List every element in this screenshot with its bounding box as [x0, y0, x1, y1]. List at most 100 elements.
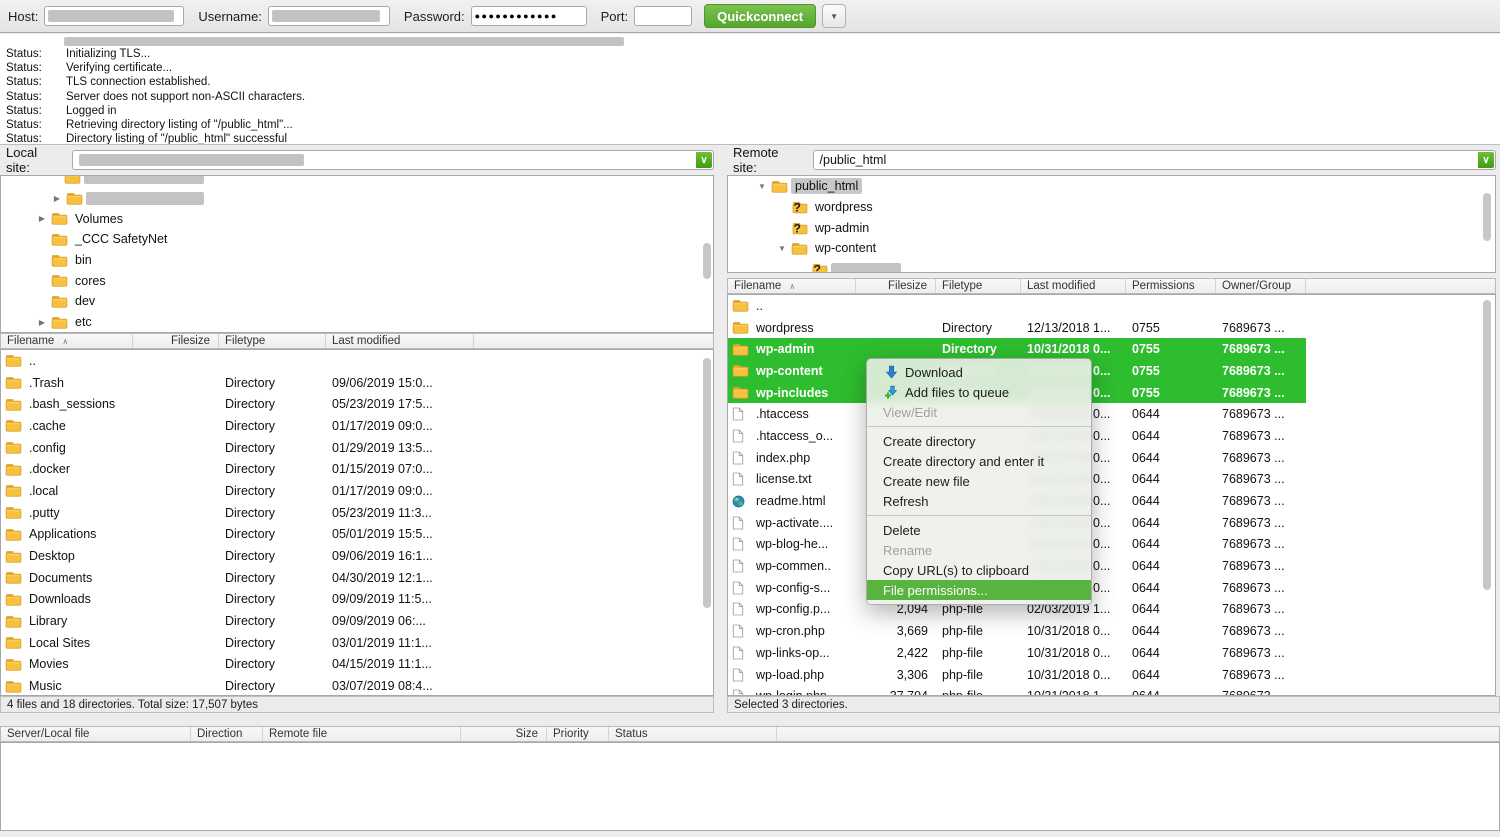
tree-item[interactable]: ▶	[1, 188, 713, 209]
column-header-permissions[interactable]: Permissions	[1126, 279, 1216, 293]
context-menu-item[interactable]: Delete	[867, 520, 1091, 540]
transfer-queue-list[interactable]	[0, 742, 1500, 831]
username-input[interactable]	[268, 6, 390, 26]
host-input[interactable]	[44, 6, 184, 26]
context-menu-item[interactable]: Create directory	[867, 431, 1091, 451]
column-header-filename[interactable]: Filename∧	[728, 279, 856, 293]
sort-ascending-icon: ∧	[62, 337, 68, 346]
last-modified: 03/01/2019 11:1...	[326, 632, 474, 654]
remote-file-list[interactable]: .. wordpress Directory 12/13/2018 1... 0…	[727, 294, 1496, 696]
context-menu-item[interactable]: Rename	[867, 540, 1091, 560]
remote-file-row[interactable]: wp-cron.php 3,669 php-file 10/31/2018 0.…	[728, 620, 1306, 642]
remote-list-scrollbar[interactable]	[1483, 300, 1491, 590]
remote-tree-scrollbar[interactable]	[1483, 193, 1491, 241]
quickconnect-button[interactable]: Quickconnect	[704, 4, 816, 28]
remote-site-dropdown-button[interactable]: ∨	[1478, 152, 1494, 168]
remote-file-row[interactable]: wp-admin Directory 10/31/2018 0... 0755 …	[728, 338, 1306, 360]
owner-group: 7689673 ...	[1216, 577, 1306, 599]
column-header-filetype[interactable]: Filetype	[936, 279, 1021, 293]
filetype: Directory	[219, 502, 326, 524]
local-file-row[interactable]: .docker Directory 01/15/2019 07:0...	[1, 458, 474, 480]
local-file-row[interactable]: .config Directory 01/29/2019 13:5...	[1, 437, 474, 459]
column-header-status[interactable]: Status	[609, 727, 777, 741]
context-menu-item[interactable]: Download	[867, 362, 1091, 382]
context-menu-item[interactable]: Create new file	[867, 471, 1091, 491]
local-file-row[interactable]: .putty Directory 05/23/2019 11:3...	[1, 502, 474, 524]
local-directory-tree[interactable]: ▶ ▶ Volumes _CCC SafetyNet	[0, 175, 714, 333]
tree-item[interactable]: dev	[1, 291, 713, 312]
context-menu-item[interactable]: Refresh	[867, 491, 1091, 511]
remote-file-row[interactable]: wp-load.php 3,306 php-file 10/31/2018 0.…	[728, 664, 1306, 686]
local-file-list[interactable]: .. .Trash Directory 09/06/2019 15:0... .…	[0, 349, 714, 696]
local-file-row[interactable]: Library Directory 09/09/2019 06:...	[1, 610, 474, 632]
disclosure-triangle-icon[interactable]: ▼	[773, 244, 791, 253]
column-header-last-modified[interactable]: Last modified	[1021, 279, 1126, 293]
tree-item[interactable]: ▼ wp-content	[728, 238, 1495, 259]
column-header-size[interactable]: Size	[461, 727, 547, 741]
column-header-last-modified[interactable]: Last modified	[326, 334, 474, 348]
port-input[interactable]	[634, 6, 692, 26]
password-input[interactable]: ●●●●●●●●●●●●	[471, 6, 587, 26]
tree-item[interactable]: ▶ Volumes	[1, 208, 713, 229]
local-list-scrollbar[interactable]	[703, 358, 711, 608]
local-file-row[interactable]: Downloads Directory 09/09/2019 11:5...	[1, 589, 474, 611]
context-menu-item[interactable]: Create directory and enter it	[867, 451, 1091, 471]
column-header-priority[interactable]: Priority	[547, 727, 609, 741]
disclosure-triangle-icon[interactable]: ▶	[33, 318, 51, 327]
tree-item[interactable]: _CCC SafetyNet	[1, 229, 713, 250]
disclosure-triangle-icon[interactable]: ▶	[48, 194, 66, 203]
local-file-row[interactable]: Music Directory 03/07/2019 08:4...	[1, 675, 474, 696]
local-file-row[interactable]: .cache Directory 01/17/2019 09:0...	[1, 415, 474, 437]
column-header-filename[interactable]: Filename∧	[1, 334, 133, 348]
filetype: php-file	[936, 642, 1021, 664]
tree-item[interactable]: ▶ etc	[1, 312, 713, 333]
remote-file-row[interactable]: ..	[728, 295, 1306, 317]
folder-icon	[5, 484, 22, 497]
remote-directory-tree[interactable]: ▼ public_html ? wordpress ? wp-admin ▼	[727, 175, 1496, 273]
column-header-server-local-file[interactable]: Server/Local file	[1, 727, 191, 741]
local-file-row[interactable]: Documents Directory 04/30/2019 12:1...	[1, 567, 474, 589]
local-file-row[interactable]: .local Directory 01/17/2019 09:0...	[1, 480, 474, 502]
local-file-row[interactable]: ..	[1, 350, 474, 372]
status-message: Directory listing of "/public_html" succ…	[66, 132, 287, 145]
local-site-dropdown[interactable]: ∨	[72, 150, 714, 170]
remote-file-row[interactable]: wp-links-op... 2,422 php-file 10/31/2018…	[728, 642, 1306, 664]
filetype: Directory	[219, 567, 326, 589]
column-header-filesize[interactable]: Filesize	[133, 334, 219, 348]
owner-group: 7689673 ...	[1216, 317, 1306, 339]
context-menu-item[interactable]: View/Edit	[867, 402, 1091, 422]
disclosure-triangle-icon[interactable]: ▶	[33, 214, 51, 223]
quickconnect-dropdown-button[interactable]: ▼	[822, 4, 846, 28]
context-menu-item[interactable]: Add files to queue	[867, 382, 1091, 402]
owner-group: 7689673 ...	[1216, 490, 1306, 512]
local-file-row[interactable]: Local Sites Directory 03/01/2019 11:1...	[1, 632, 474, 654]
local-file-row[interactable]: Applications Directory 05/01/2019 15:5..…	[1, 524, 474, 546]
local-file-row[interactable]: Desktop Directory 09/06/2019 16:1...	[1, 545, 474, 567]
tree-item[interactable]	[1, 175, 713, 188]
column-header-filesize[interactable]: Filesize	[856, 279, 936, 293]
folder-icon	[791, 242, 808, 255]
column-header-remote-file[interactable]: Remote file	[263, 727, 461, 741]
tree-item[interactable]: ? wordpress	[728, 197, 1495, 218]
tree-item[interactable]: bin	[1, 250, 713, 271]
remote-file-row[interactable]: wordpress Directory 12/13/2018 1... 0755…	[728, 317, 1306, 339]
column-header-owner-group[interactable]: Owner/Group	[1216, 279, 1306, 293]
tree-item[interactable]: ? wp-admin	[728, 217, 1495, 238]
local-site-dropdown-button[interactable]: ∨	[696, 152, 712, 168]
remote-site-dropdown[interactable]: /public_html ∨	[813, 150, 1496, 170]
local-tree-items: ▶ ▶ Volumes _CCC SafetyNet	[1, 175, 713, 333]
local-tree-scrollbar[interactable]	[703, 243, 711, 279]
column-header-filetype[interactable]: Filetype	[219, 334, 326, 348]
disclosure-triangle-icon[interactable]: ▼	[753, 182, 771, 191]
local-file-row[interactable]: .Trash Directory 09/06/2019 15:0...	[1, 372, 474, 394]
context-menu-item[interactable]: Copy URL(s) to clipboard	[867, 560, 1091, 580]
remote-file-row[interactable]: wp-login.php 37,794 php-file 10/31/2018 …	[728, 685, 1306, 696]
context-menu-item[interactable]: File permissions...	[867, 580, 1091, 600]
local-file-row[interactable]: Movies Directory 04/15/2019 11:1...	[1, 654, 474, 676]
local-file-row[interactable]: .bash_sessions Directory 05/23/2019 17:5…	[1, 393, 474, 415]
column-header-direction[interactable]: Direction	[191, 727, 263, 741]
tree-item[interactable]: ?	[728, 259, 1495, 273]
tree-item[interactable]: ▼ public_html	[728, 176, 1495, 197]
status-label: Status:	[0, 104, 66, 118]
tree-item[interactable]: cores	[1, 270, 713, 291]
